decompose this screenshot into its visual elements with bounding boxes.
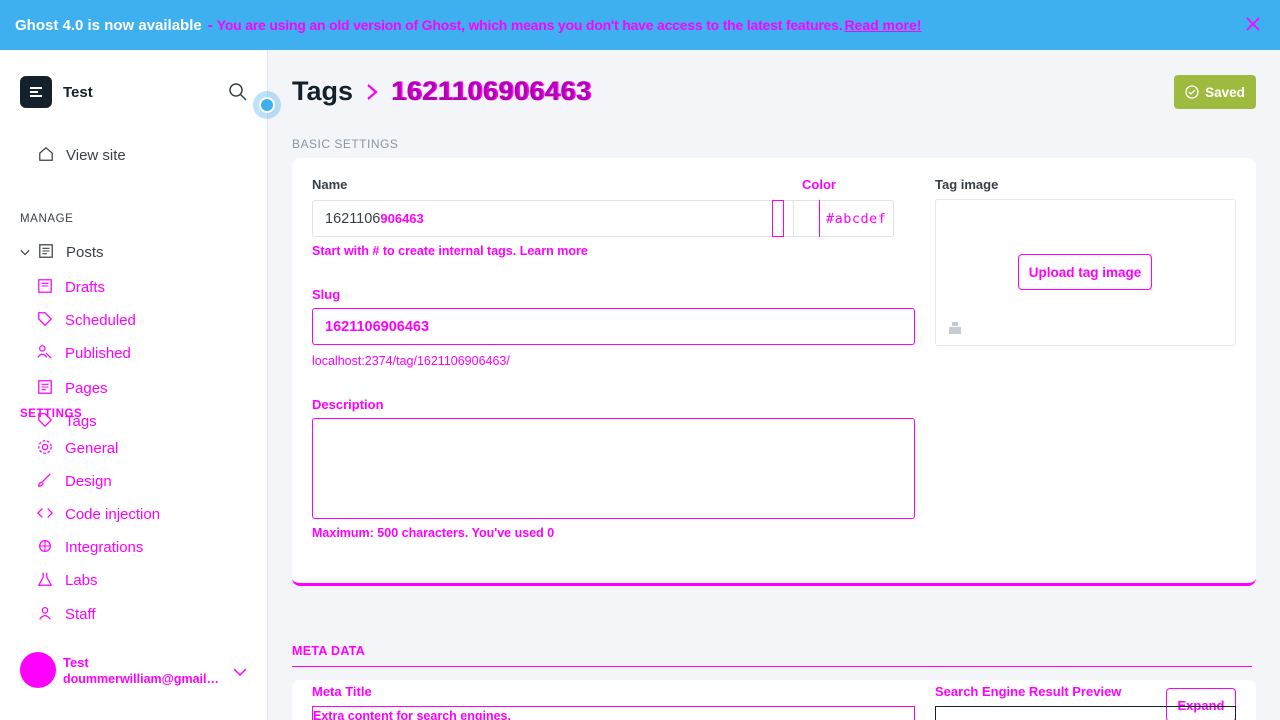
tag-icon xyxy=(37,311,55,329)
basic-settings-card: Name 1621106 906463 Start with # to creat… xyxy=(292,158,1256,586)
search-preview-label: Search Engine Result Preview xyxy=(935,684,1122,699)
banner-dash: - xyxy=(207,16,213,34)
sidebar-item-label: Posts xyxy=(66,243,104,261)
brand-logo-icon xyxy=(20,76,52,108)
name-value-overlay: 906463 xyxy=(380,211,424,226)
description-label: Description xyxy=(312,397,384,412)
name-value-part: 1621106 xyxy=(325,210,381,227)
sidebar-item-label: General xyxy=(65,439,119,457)
description-field[interactable] xyxy=(312,418,915,519)
slug-field[interactable]: 1621106906463 xyxy=(312,308,915,345)
search-icon[interactable] xyxy=(228,82,248,102)
drafts-icon xyxy=(37,278,55,296)
tag-image-label: Tag image xyxy=(935,177,999,192)
home-icon xyxy=(38,146,56,164)
tag-icon xyxy=(37,412,55,430)
sidebar-item-label: Pages xyxy=(65,379,108,397)
chevron-down-icon[interactable] xyxy=(232,664,248,680)
meta-title-field[interactable]: Extra content for search engines. xyxy=(312,706,915,720)
name-hint: Start with # to create internal tags. Le… xyxy=(312,244,588,258)
sidebar-item-label: Labs xyxy=(65,571,98,589)
sidebar-item-labs[interactable]: Labs xyxy=(37,571,98,589)
meta-data-card: Meta Title Search Engine Result Preview … xyxy=(292,680,1256,720)
name-label: Name xyxy=(312,177,348,192)
brush-icon xyxy=(37,472,55,490)
sidebar-item-label: Published xyxy=(65,344,131,362)
chevron-down-icon[interactable] xyxy=(20,244,32,261)
posts-icon xyxy=(38,243,56,261)
sidebar-item-posts[interactable]: Posts xyxy=(20,243,104,261)
banner-message: You are using an old version of Ghost, w… xyxy=(216,17,843,33)
banner-title: Ghost 4.0 is now available xyxy=(15,16,202,34)
page-title: 1621106906463 xyxy=(391,76,592,106)
labs-icon xyxy=(37,571,55,589)
user-email: doummerwilliam@gmail.com xyxy=(63,672,219,686)
upload-tag-image-button[interactable]: Upload tag image xyxy=(1018,254,1152,290)
breadcrumb: Tags 1621106906463 xyxy=(292,76,591,107)
sidebar-item-published[interactable]: Published xyxy=(37,344,131,362)
sidebar-item-label: Drafts xyxy=(65,278,106,296)
sidebar-item-scheduled[interactable]: Scheduled xyxy=(37,311,136,329)
save-button-label: Saved xyxy=(1205,84,1245,100)
user-name: Test xyxy=(63,655,89,670)
update-banner: Ghost 4.0 is now available - You are usi… xyxy=(0,0,1280,50)
integrations-icon xyxy=(37,538,55,556)
sidebar-item-drafts[interactable]: Drafts xyxy=(37,278,105,296)
sidebar-item-label: Tags xyxy=(65,412,97,430)
color-label: Color xyxy=(802,177,836,192)
meta-data-heading: META DATA xyxy=(292,644,366,658)
search-preview-box xyxy=(935,706,1236,720)
divider xyxy=(292,666,1252,667)
check-circle-icon xyxy=(1185,85,1199,99)
sidebar-item-code-injection[interactable]: Code injection xyxy=(37,505,160,523)
tag-image-dropzone[interactable]: Upload tag image xyxy=(935,199,1236,346)
close-icon[interactable] xyxy=(1244,15,1262,33)
main-content: Tags 1621106906463 Saved BASIC SETTINGS … xyxy=(268,50,1280,720)
color-swatch[interactable] xyxy=(772,200,784,237)
sidebar-item-tags[interactable]: Tags xyxy=(37,412,97,430)
save-button[interactable]: Saved xyxy=(1174,75,1256,109)
sidebar-item-staff[interactable]: Staff xyxy=(37,605,96,623)
sidebar-item-pages[interactable]: Pages xyxy=(37,379,108,397)
meta-title-label: Meta Title xyxy=(312,684,372,699)
staff-icon xyxy=(37,605,55,623)
chevron-right-icon xyxy=(367,83,378,100)
gear-icon xyxy=(37,439,55,457)
sidebar-item-integrations[interactable]: Integrations xyxy=(37,538,143,556)
color-hex-value[interactable]: #abcdef xyxy=(826,211,886,227)
brand[interactable]: Test xyxy=(20,76,93,108)
avatar[interactable] xyxy=(20,652,56,688)
manage-section-label: MANAGE xyxy=(20,213,74,225)
slug-label: Slug xyxy=(312,287,341,302)
sidebar-item-label: Integrations xyxy=(65,538,144,556)
sidebar-item-label: Code injection xyxy=(65,505,161,523)
slug-url: localhost:2374/tag/1621106906463/ xyxy=(312,354,510,368)
basic-settings-heading: BASIC SETTINGS xyxy=(292,137,399,151)
sidebar-item-label: Scheduled xyxy=(65,311,136,329)
pages-icon xyxy=(37,379,55,397)
sidebar-item-label: Staff xyxy=(65,605,96,623)
sidebar: Test View site MANAGE Posts Drafts Sched… xyxy=(0,50,268,720)
description-hint: Maximum: 500 characters. You've used 0 xyxy=(312,526,555,540)
code-icon xyxy=(37,505,55,523)
brand-name: Test xyxy=(63,83,93,101)
color-divider xyxy=(819,200,820,237)
sidebar-item-design[interactable]: Design xyxy=(37,472,112,490)
sidebar-item-label: View site xyxy=(66,146,126,164)
staff-icon xyxy=(37,344,55,362)
sidebar-item-view-site[interactable]: View site xyxy=(38,146,126,164)
sidebar-item-general[interactable]: General xyxy=(37,439,118,457)
name-field[interactable]: 1621106 906463 xyxy=(312,200,794,237)
breadcrumb-tags-link[interactable]: Tags xyxy=(292,76,353,107)
unsplash-icon[interactable] xyxy=(948,321,962,335)
sidebar-item-label: Design xyxy=(65,472,112,490)
banner-read-more-link[interactable]: Read more! xyxy=(844,17,921,33)
